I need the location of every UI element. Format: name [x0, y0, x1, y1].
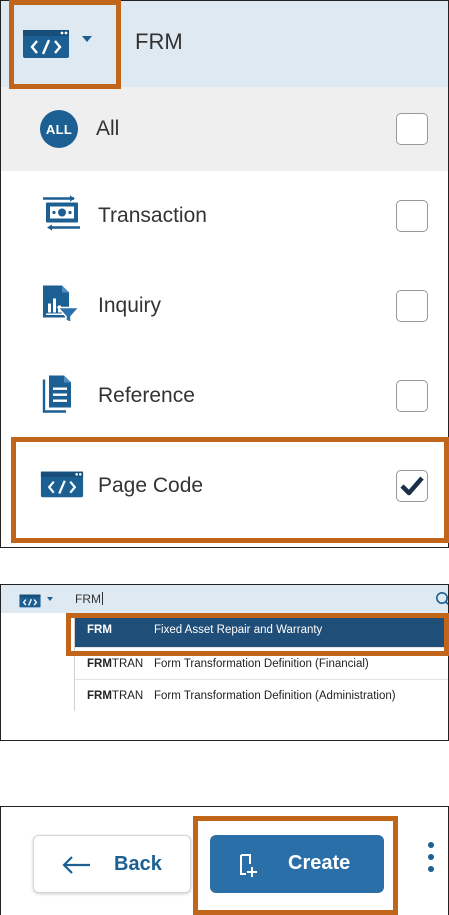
option-transaction[interactable]: Transaction [1, 171, 448, 261]
page-code-icon [40, 469, 84, 504]
all-icon: ALL [40, 110, 78, 148]
option-checkbox[interactable] [396, 113, 428, 145]
option-inquiry[interactable]: Inquiry [1, 261, 448, 351]
result-description: Form Transformation Definition (Financia… [154, 657, 369, 670]
option-checkbox[interactable] [396, 380, 428, 412]
chevron-down-icon[interactable] [47, 597, 53, 601]
option-label: Inquiry [98, 294, 162, 317]
search-type-button[interactable] [11, 2, 117, 86]
result-description: Fixed Asset Repair and Warranty [154, 624, 323, 636]
create-button-label: Create [288, 852, 351, 874]
back-button[interactable]: Back [33, 835, 191, 893]
page-code-icon[interactable] [19, 593, 41, 613]
transaction-icon [40, 195, 82, 238]
option-label: Reference [98, 384, 195, 407]
search-bar: FRM [1, 585, 448, 613]
results-list: FRM Fixed Asset Repair and Warranty FRMT… [74, 613, 448, 711]
reference-icon [40, 374, 78, 419]
search-type-options: ALL All Transaction Inquiry Reference Pa… [1, 87, 448, 531]
result-row[interactable]: FRMTRAN Form Transformation Definition (… [75, 679, 448, 711]
search-bar: FRM [1, 1, 448, 87]
inquiry-icon [40, 284, 81, 329]
option-checkbox[interactable] [396, 200, 428, 232]
result-description: Form Transformation Definition (Administ… [154, 689, 396, 702]
result-code: FRM [87, 624, 112, 636]
result-row[interactable]: FRM Fixed Asset Repair and Warranty [75, 613, 448, 647]
option-label: Page Code [98, 474, 204, 497]
result-code: FRMTRAN [87, 657, 144, 670]
search-input[interactable]: FRM [75, 592, 103, 606]
option-reference[interactable]: Reference [1, 351, 448, 441]
page-code-icon [22, 27, 70, 64]
option-checkbox[interactable] [396, 470, 428, 502]
search-results-panel: FRM FRM Fixed Asset Repair and Warranty … [0, 584, 449, 741]
more-options-icon[interactable] [421, 840, 441, 890]
arrow-left-icon [62, 855, 92, 880]
option-label: All [96, 117, 120, 140]
option-checkbox[interactable] [396, 290, 428, 322]
result-code: FRMTRAN [87, 689, 144, 702]
search-type-dropdown-panel: FRM ALL All Transaction Inquiry Referenc… [0, 0, 449, 548]
back-button-label: Back [114, 853, 162, 875]
option-page-code[interactable]: Page Code [1, 441, 448, 531]
option-label: Transaction [98, 204, 207, 227]
chevron-down-icon [82, 36, 92, 42]
create-button[interactable]: Create [210, 835, 384, 893]
option-all[interactable]: ALL All [1, 87, 448, 171]
new-document-icon [236, 852, 260, 883]
checkmark-icon [400, 476, 424, 496]
action-bar: Back Create [0, 806, 449, 915]
search-text[interactable]: FRM [135, 29, 183, 55]
search-icon[interactable] [435, 591, 448, 612]
result-row[interactable]: FRMTRAN Form Transformation Definition (… [75, 647, 448, 679]
